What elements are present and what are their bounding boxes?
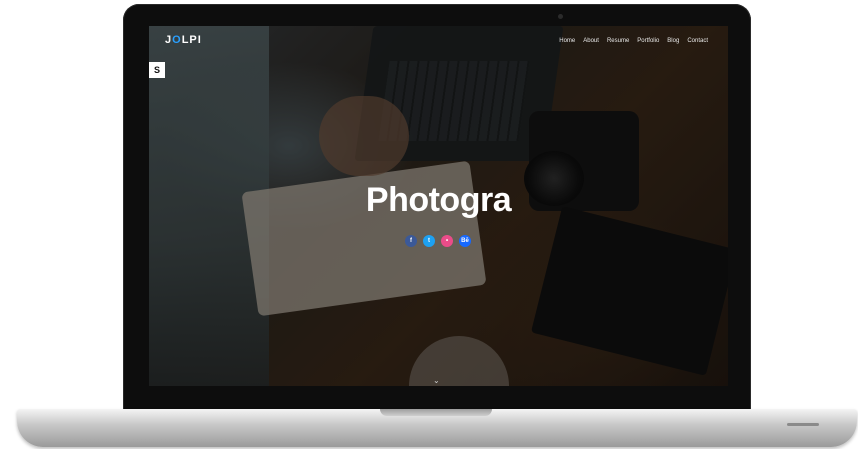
nav-blog[interactable]: Blog xyxy=(667,38,679,44)
twitter-icon[interactable]: t xyxy=(423,235,435,247)
laptop-base xyxy=(17,409,857,447)
social-links: f t • Bē xyxy=(405,235,471,247)
side-vent xyxy=(787,423,819,426)
nav-home[interactable]: Home xyxy=(559,38,575,44)
settings-panel-icon[interactable]: S xyxy=(149,62,165,78)
webcam xyxy=(558,14,563,19)
nav-portfolio[interactable]: Portfolio xyxy=(637,38,659,44)
nav-about[interactable]: About xyxy=(583,38,599,44)
chevron-down-icon[interactable]: ⌄ xyxy=(433,376,440,385)
behance-icon[interactable]: Bē xyxy=(459,235,471,247)
nav-contact[interactable]: Contact xyxy=(687,38,708,44)
logo-rest: LPI xyxy=(181,34,202,46)
main-nav: Home About Resume Portfolio Blog Contact xyxy=(559,38,708,44)
site-logo[interactable]: JOLPI xyxy=(165,34,202,46)
logo-o: O xyxy=(172,34,182,46)
trackpad-notch xyxy=(380,409,492,416)
nav-resume[interactable]: Resume xyxy=(607,38,629,44)
facebook-icon[interactable]: f xyxy=(405,235,417,247)
hero-headline: Photogra xyxy=(365,181,512,219)
website-screen: JOLPI Home About Resume Portfolio Blog C… xyxy=(149,26,728,386)
dribbble-icon[interactable]: • xyxy=(441,235,453,247)
